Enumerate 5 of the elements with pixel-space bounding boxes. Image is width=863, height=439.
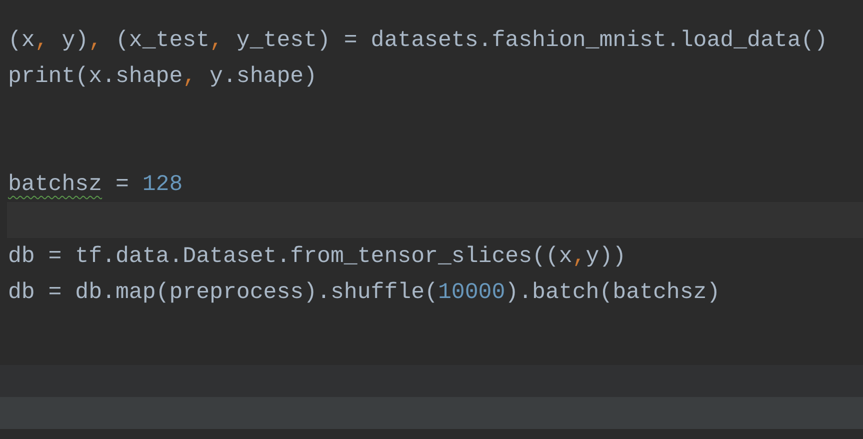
code-line: db = tf.data.Dataset.from_tensor_slices((x,y)) bbox=[8, 242, 626, 271]
code-line: db = db.map(preprocess).shuffle(10000).batch(batchsz) bbox=[8, 278, 720, 307]
code-line: batchsz = 128 bbox=[8, 170, 183, 199]
code-line: print(x.shape, y.shape) bbox=[8, 62, 318, 91]
code-line: (x, y), (x_test, y_test) = datasets.fashion_mnist.load_data() bbox=[8, 26, 828, 55]
